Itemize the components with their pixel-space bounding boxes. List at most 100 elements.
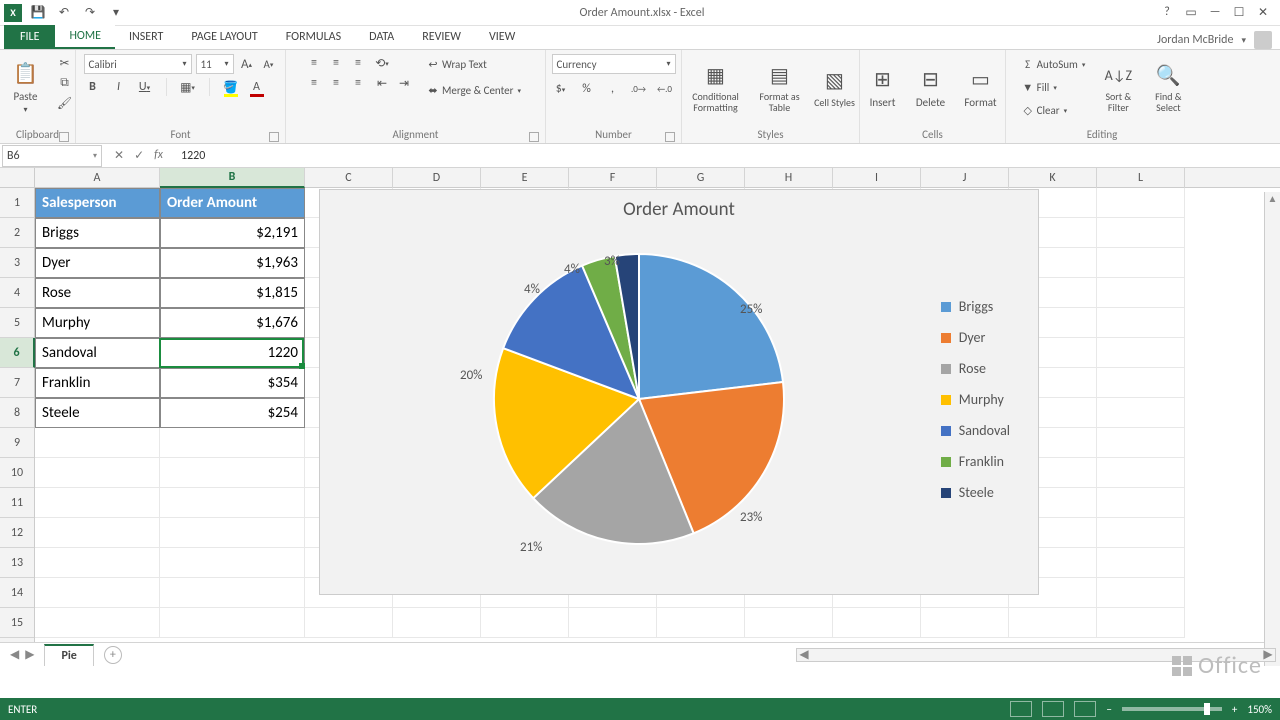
zoom-value[interactable]: 150% (1247, 703, 1272, 716)
scroll-left-icon[interactable]: ◀ (797, 647, 811, 662)
pie-slice[interactable] (639, 254, 783, 399)
view-page-layout-icon[interactable] (1042, 701, 1064, 717)
cell-b1[interactable]: Order Amount (160, 188, 305, 218)
redo-icon[interactable]: ↷ (80, 3, 100, 23)
sheet-nav-next-icon[interactable]: ▶ (25, 647, 34, 662)
qat-dropdown-icon[interactable]: ▾ (106, 3, 126, 23)
ribbon-options-icon[interactable]: ▭ (1182, 5, 1200, 20)
row-header[interactable]: 15 (0, 608, 34, 638)
legend-item[interactable]: Rose (941, 360, 1010, 377)
scroll-right-icon[interactable]: ▶ (1261, 647, 1275, 662)
tab-home[interactable]: HOME (55, 25, 115, 49)
percent-icon[interactable]: % (578, 80, 596, 98)
align-bottom-icon[interactable]: ≡ (349, 54, 367, 72)
row-header[interactable]: 11 (0, 488, 34, 518)
cancel-edit-icon[interactable]: ✕ (114, 148, 124, 163)
column-header[interactable]: I (833, 168, 921, 188)
merge-center-button[interactable]: ⬌Merge & Center▾ (419, 80, 526, 100)
row-header[interactable]: 14 (0, 578, 34, 608)
view-page-break-icon[interactable] (1074, 701, 1096, 717)
tab-formulas[interactable]: FORMULAS (272, 25, 355, 49)
increase-indent-icon[interactable]: ⇥ (395, 74, 413, 92)
column-header[interactable]: K (1009, 168, 1097, 188)
enter-edit-icon[interactable]: ✓ (134, 148, 144, 163)
cell[interactable]: $2,191 (160, 218, 305, 248)
column-header[interactable]: J (921, 168, 1009, 188)
copy-icon[interactable]: ⧉ (56, 74, 74, 92)
dialog-launcher-icon[interactable] (59, 132, 69, 142)
dialog-launcher-icon[interactable] (665, 132, 675, 142)
cell[interactable]: Murphy (35, 308, 160, 338)
column-header[interactable]: H (745, 168, 833, 188)
row-header[interactable]: 7 (0, 368, 34, 398)
number-format-combo[interactable]: Currency▾ (552, 54, 676, 74)
fill-button[interactable]: ▼Fill▾ (1014, 77, 1091, 97)
formula-input[interactable]: 1220 (175, 149, 1280, 163)
border-icon[interactable]: ▦▾ (179, 78, 197, 96)
cut-icon[interactable]: ✂ (56, 54, 74, 72)
legend-item[interactable]: Murphy (941, 391, 1010, 408)
legend-item[interactable]: Sandoval (941, 422, 1010, 439)
align-left-icon[interactable]: ≡ (305, 74, 323, 92)
orientation-icon[interactable]: ⟲▾ (373, 54, 391, 72)
sheet-tab[interactable]: Pie (44, 644, 93, 666)
underline-button[interactable]: U▾ (136, 78, 154, 96)
zoom-out-icon[interactable]: − (1106, 703, 1111, 716)
decrease-indent-icon[interactable]: ⇤ (373, 74, 391, 92)
conditional-formatting-button[interactable]: ▦Conditional Formatting (685, 54, 747, 120)
tab-insert[interactable]: INSERT (115, 25, 177, 49)
row-header[interactable]: 8 (0, 398, 34, 428)
legend-item[interactable]: Briggs (941, 298, 1010, 315)
tab-data[interactable]: DATA (355, 25, 408, 49)
tab-page-layout[interactable]: PAGE LAYOUT (177, 25, 271, 49)
help-icon[interactable]: ? (1158, 5, 1176, 20)
tab-review[interactable]: REVIEW (408, 25, 475, 49)
format-painter-icon[interactable]: 🖌 (56, 94, 74, 112)
cell-active[interactable]: 1220 (160, 338, 305, 368)
column-header[interactable]: B (160, 168, 305, 188)
sort-filter-button[interactable]: A↓ZSort & Filter (1096, 54, 1140, 120)
cell[interactable]: $354 (160, 368, 305, 398)
format-as-table-button[interactable]: ▤Format as Table (753, 54, 807, 120)
row-header[interactable]: 6 (0, 338, 35, 368)
cell[interactable]: $1,963 (160, 248, 305, 278)
user-name[interactable]: Jordan McBride (1157, 33, 1233, 47)
vertical-scrollbar[interactable]: ▲ ▼ (1264, 192, 1280, 666)
increase-decimal-icon[interactable]: .0→ (630, 80, 648, 98)
clear-button[interactable]: ◇Clear▾ (1014, 100, 1091, 120)
worksheet-grid[interactable]: 1 2 3 4 5 6 7 8 9 10 11 12 13 14 15 A B … (0, 168, 1280, 642)
user-dropdown-icon[interactable]: ▾ (1241, 35, 1246, 46)
dialog-launcher-icon[interactable] (269, 132, 279, 142)
embedded-chart[interactable]: Order Amount 25% 23% 21% 20% 4% 4% 3% Br… (319, 189, 1039, 595)
delete-cells-button[interactable]: ⊟Delete (910, 54, 952, 120)
grow-font-icon[interactable]: A▴ (238, 55, 256, 73)
autosum-button[interactable]: ΣAutoSum▾ (1014, 54, 1091, 74)
scroll-up-icon[interactable]: ▲ (1268, 192, 1278, 206)
cell[interactable]: Rose (35, 278, 160, 308)
align-top-icon[interactable]: ≡ (305, 54, 323, 72)
avatar[interactable] (1254, 31, 1272, 49)
fx-icon[interactable]: fx (154, 148, 163, 163)
shrink-font-icon[interactable]: A▾ (260, 55, 278, 73)
add-sheet-button[interactable]: + (104, 646, 122, 664)
minimize-icon[interactable]: — (1206, 5, 1224, 20)
column-header[interactable]: E (481, 168, 569, 188)
row-header[interactable]: 12 (0, 518, 34, 548)
tab-file[interactable]: FILE (4, 25, 55, 49)
cell[interactable]: Briggs (35, 218, 160, 248)
italic-button[interactable]: I (110, 78, 128, 96)
name-box[interactable]: B6▾ (2, 145, 102, 167)
align-middle-icon[interactable]: ≡ (327, 54, 345, 72)
cell[interactable]: Steele (35, 398, 160, 428)
cell[interactable]: $1,676 (160, 308, 305, 338)
save-icon[interactable]: 💾 (28, 3, 48, 23)
select-all-corner[interactable] (0, 168, 34, 188)
align-right-icon[interactable]: ≡ (349, 74, 367, 92)
bold-button[interactable]: B (84, 78, 102, 96)
format-cells-button[interactable]: ▭Format (958, 54, 1004, 120)
legend-item[interactable]: Steele (941, 484, 1010, 501)
column-header[interactable]: F (569, 168, 657, 188)
row-header[interactable]: 10 (0, 458, 34, 488)
cell-styles-button[interactable]: ▧Cell Styles (813, 54, 857, 120)
align-center-icon[interactable]: ≡ (327, 74, 345, 92)
